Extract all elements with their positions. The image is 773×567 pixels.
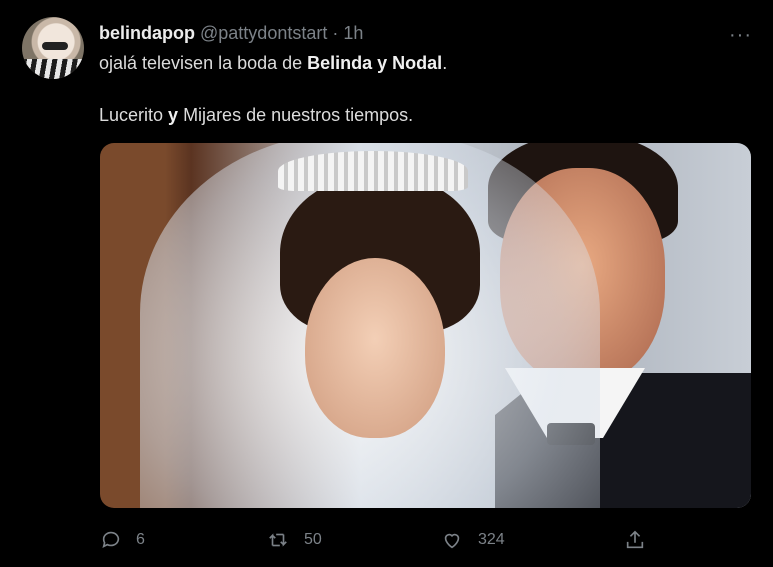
share-button[interactable]: [623, 529, 647, 551]
tweet-text-line-2: Lucerito y Mijares de nuestros tiempos.: [99, 105, 413, 126]
tweet-header: belindapop @pattydontstart · 1h: [99, 23, 363, 44]
retweet-button[interactable]: 50: [266, 529, 322, 551]
author-name[interactable]: belindapop: [99, 23, 195, 43]
author-handle[interactable]: @pattydontstart: [200, 23, 327, 43]
tweet-text-bold: y: [168, 105, 179, 125]
share-icon: [626, 530, 644, 549]
tweet-actions: 6 50 324: [0, 529, 773, 551]
tweet-text-part: ojalá televisen la boda de: [99, 53, 308, 73]
tweet-text-part: .: [442, 53, 448, 73]
author-avatar[interactable]: [22, 17, 84, 79]
tweet-text-bold: Belinda y Nodal: [307, 53, 443, 73]
retweet-icon: [269, 533, 287, 547]
tweet-text-line-1: ojalá televisen la boda de Belinda y Nod…: [99, 53, 447, 74]
header-separator: ·: [332, 23, 339, 43]
reply-count: 6: [136, 531, 145, 548]
reply-button[interactable]: 6: [100, 529, 145, 551]
more-icon[interactable]: ···: [729, 24, 752, 47]
photo-tiara: [278, 151, 468, 191]
like-icon: [444, 533, 460, 549]
tweet-text-part: Mijares de nuestros tiempos.: [178, 105, 414, 125]
retweet-count: 50: [304, 531, 322, 548]
tweet-text-part: Lucerito: [99, 105, 169, 125]
like-button[interactable]: 324: [440, 529, 505, 551]
avatar-glasses: [42, 42, 68, 50]
like-count: 324: [478, 531, 505, 548]
tweet-photo[interactable]: [100, 143, 751, 508]
reply-icon: [102, 531, 120, 548]
tweet-time[interactable]: 1h: [343, 23, 363, 43]
photo-bride-face: [305, 258, 445, 438]
avatar-shirt: [22, 59, 84, 79]
